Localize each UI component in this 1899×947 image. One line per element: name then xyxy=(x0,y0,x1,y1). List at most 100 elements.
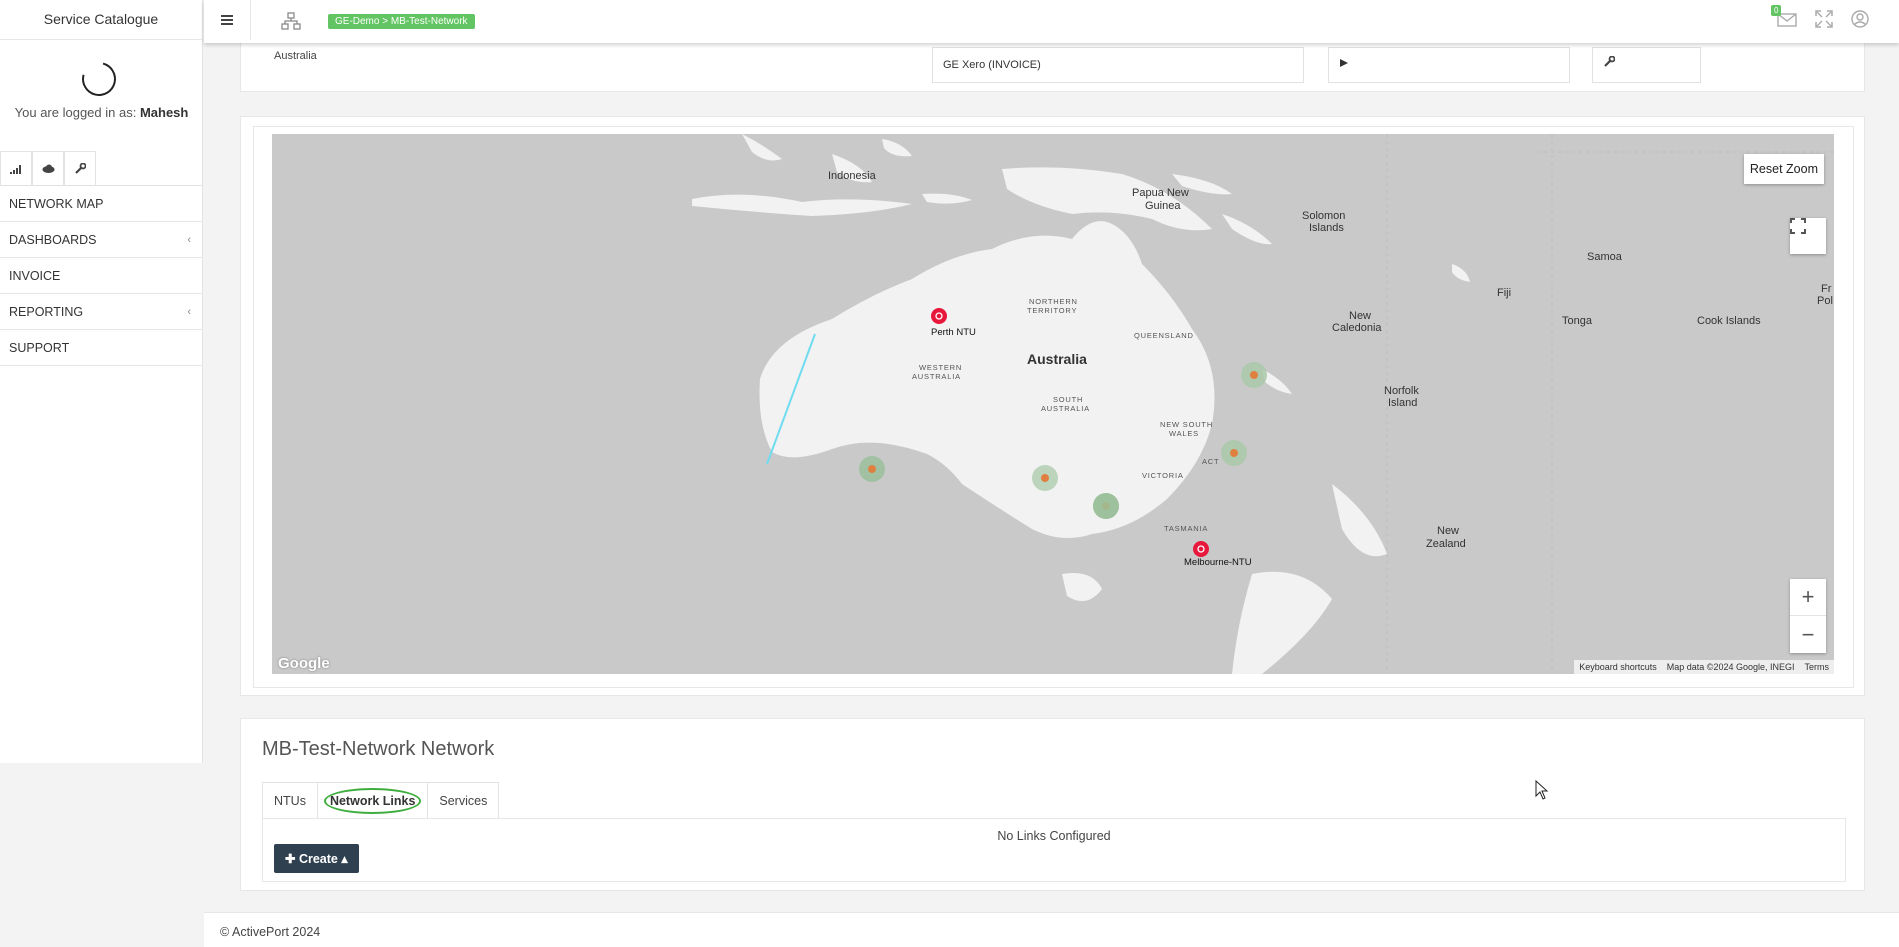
map-fullscreen-button[interactable] xyxy=(1790,218,1826,254)
map-label: Caledonia xyxy=(1332,322,1382,334)
ntu-label: Perth NTU xyxy=(931,327,976,338)
top-navbar: GE-Demo > MB-Test-Network 0 xyxy=(204,0,1899,43)
chevron-left-icon: ‹ xyxy=(187,306,191,318)
map-label: WESTERN xyxy=(919,363,962,372)
sidebar: Service Catalogue You are logged in as: … xyxy=(0,0,203,947)
sidebar-item-dashboards[interactable]: DASHBOARDS ‹ xyxy=(0,222,203,258)
user-avatar xyxy=(75,55,123,103)
network-details-panel: Australia GE Xero (INVOICE) xyxy=(240,40,1865,92)
mail-count-badge: 0 xyxy=(1771,5,1782,16)
sidebar-item-network-map[interactable]: NETWORK MAP xyxy=(0,186,203,222)
tools-field[interactable] xyxy=(1592,47,1701,83)
map-label: Fr xyxy=(1821,283,1832,295)
site-marker-icon xyxy=(1041,474,1049,482)
mouse-cursor-icon xyxy=(1535,779,1549,805)
site-marker-icon xyxy=(1250,371,1258,379)
copyright-text: © ActivePort 2024 xyxy=(220,925,321,939)
sidebar-item-support[interactable]: SUPPORT xyxy=(0,330,203,366)
map-label: VICTORIA xyxy=(1142,471,1184,480)
keyboard-shortcuts-link[interactable]: Keyboard shortcuts xyxy=(1579,662,1657,672)
breadcrumb-badge[interactable]: GE-Demo > MB-Test-Network xyxy=(328,14,475,29)
tab-content: No Links Configured ✚ Create ▴ xyxy=(262,818,1846,882)
sidebar-item-label: INVOICE xyxy=(9,269,61,283)
map-label: Pol xyxy=(1817,295,1833,307)
map-label: Island xyxy=(1388,397,1417,409)
play-field[interactable] xyxy=(1328,47,1570,83)
map-canvas[interactable]: Indonesia Papua New Guinea Solomon Islan… xyxy=(272,134,1834,674)
map-label: Samoa xyxy=(1587,251,1623,263)
zoom-out-button[interactable]: − xyxy=(1790,616,1826,653)
site-marker[interactable] xyxy=(1093,493,1119,519)
ntu-label: Melbourne-NTU xyxy=(1184,557,1252,568)
site-marker-icon xyxy=(1230,449,1238,457)
map-label: AUSTRALIA xyxy=(912,372,961,381)
map-label: Tonga xyxy=(1562,315,1593,327)
tab-label: Network Links xyxy=(323,788,422,814)
tab-services[interactable]: Services xyxy=(427,782,500,818)
map-label: Guinea xyxy=(1145,200,1181,212)
user-profile-icon[interactable] xyxy=(1851,10,1869,33)
network-topology-icon[interactable] xyxy=(281,12,301,35)
footer: © ActivePort 2024 xyxy=(204,912,1899,947)
map-label: Indonesia xyxy=(828,170,877,182)
sidebar-filler xyxy=(0,763,203,947)
plus-icon: ✚ xyxy=(285,852,299,866)
wrench-icon[interactable] xyxy=(64,151,96,185)
hamburger-icon xyxy=(221,15,233,25)
sidebar-item-label: SUPPORT xyxy=(9,341,70,355)
map-label: New xyxy=(1349,310,1371,322)
map-label: NEW SOUTH xyxy=(1160,420,1213,429)
create-dropdown-button[interactable]: ✚ Create ▴ xyxy=(274,844,359,873)
map-label: TERRITORY xyxy=(1027,306,1077,315)
network-links-panel: MB-Test-Network Network NTUs Network Lin… xyxy=(240,718,1865,891)
login-status: You are logged in as: Mahesh xyxy=(0,105,203,120)
sidebar-item-label: DASHBOARDS xyxy=(9,233,97,247)
signal-icon[interactable] xyxy=(0,151,32,185)
map-label: Cook Islands xyxy=(1697,315,1761,327)
network-map[interactable]: Indonesia Papua New Guinea Solomon Islan… xyxy=(272,134,1834,674)
map-label: ACT xyxy=(1202,457,1219,466)
map-label: NORTHERN xyxy=(1029,297,1078,306)
map-label: WALES xyxy=(1169,429,1199,438)
username: Mahesh xyxy=(139,105,189,120)
sidebar-nav: NETWORK MAP DASHBOARDS ‹ INVOICE REPORTIN… xyxy=(0,185,203,366)
map-label: Papua New xyxy=(1132,187,1189,199)
map-label: Solomon xyxy=(1302,210,1345,222)
map-zoom-controls: + − xyxy=(1790,579,1826,653)
caret-up-icon: ▴ xyxy=(337,852,348,866)
cloud-icon[interactable] xyxy=(32,151,64,185)
country-value: Australia xyxy=(274,50,317,62)
fullscreen-icon[interactable] xyxy=(1815,10,1833,33)
network-title: MB-Test-Network Network xyxy=(262,738,495,760)
map-label: New xyxy=(1437,525,1459,537)
site-marker-icon xyxy=(868,465,876,473)
tab-network-links[interactable]: Network Links xyxy=(316,782,429,818)
terms-link[interactable]: Terms xyxy=(1805,662,1830,672)
sidebar-item-reporting[interactable]: REPORTING ‹ xyxy=(0,294,203,330)
chevron-left-icon: ‹ xyxy=(187,234,191,246)
google-logo: Google xyxy=(278,655,330,672)
map-label: TASMANIA xyxy=(1164,524,1208,533)
map-data-credit: Map data ©2024 Google, INEGI xyxy=(1666,662,1795,672)
play-icon xyxy=(1340,59,1348,67)
brand-title[interactable]: Service Catalogue xyxy=(0,0,202,40)
map-label: Australia xyxy=(1027,351,1087,367)
map-label: AUSTRALIA xyxy=(1041,404,1090,413)
zoom-in-button[interactable]: + xyxy=(1790,579,1826,616)
sidebar-item-label: NETWORK MAP xyxy=(9,197,104,211)
top-right-icons: 0 xyxy=(1771,5,1869,33)
map-label: Norfolk xyxy=(1384,385,1419,397)
sidebar-item-invoice[interactable]: INVOICE xyxy=(0,258,203,294)
sidebar-item-label: REPORTING xyxy=(9,305,84,319)
map-label: Islands xyxy=(1309,222,1344,234)
reset-zoom-button[interactable]: Reset Zoom xyxy=(1743,154,1824,184)
map-label: Fiji xyxy=(1497,287,1511,299)
map-label: SOUTH xyxy=(1053,395,1083,404)
tab-ntus[interactable]: NTUs xyxy=(262,782,318,818)
map-label: QUEENSLAND xyxy=(1134,331,1194,340)
menu-toggle-button[interactable] xyxy=(204,0,251,40)
empty-state-text: No Links Configured xyxy=(997,829,1111,843)
network-tabs: NTUs Network Links Services xyxy=(262,782,500,818)
mail-icon[interactable]: 0 xyxy=(1771,5,1797,32)
login-prefix: You are logged in as: xyxy=(14,105,140,120)
